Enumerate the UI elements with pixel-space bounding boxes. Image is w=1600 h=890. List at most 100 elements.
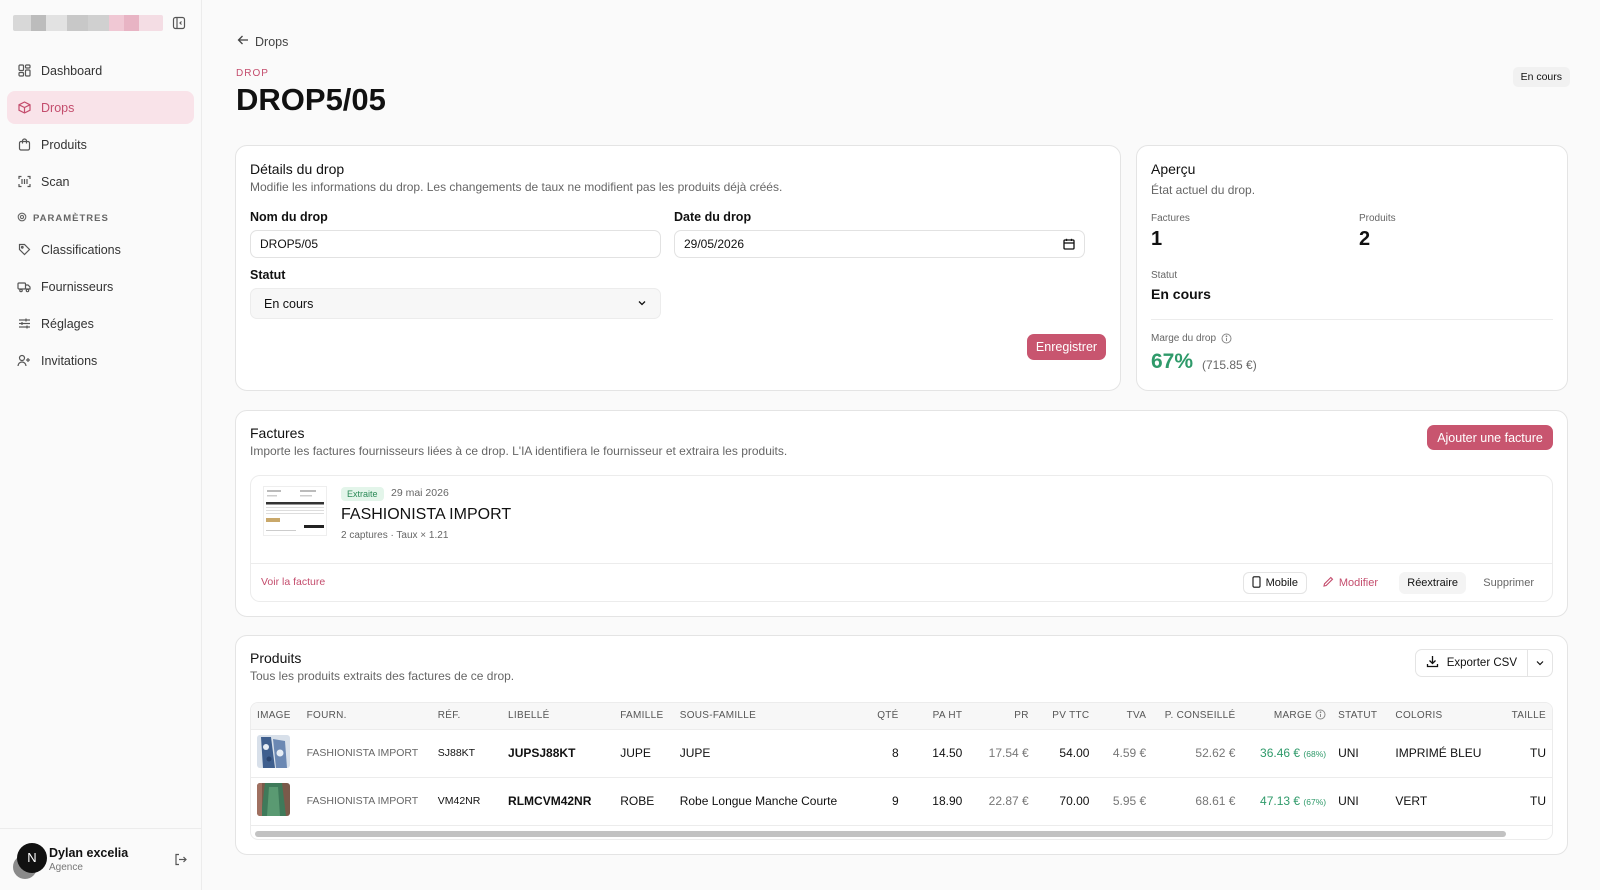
product-image[interactable] [257,735,290,768]
table-row[interactable]: FASHIONISTA IMPORT VM42NR RLMCVM42NR ROB… [251,777,1552,826]
statut-stat-value: En cours [1151,286,1211,302]
brand-logo[interactable] [13,15,163,31]
export-csv-main[interactable]: Exporter CSV [1416,650,1528,676]
drop-name-field[interactable]: DROP5/05 [250,230,661,258]
chevron-down-icon[interactable] [1528,658,1552,668]
invoice-supplier: FASHIONISTA IMPORT [341,506,512,523]
drop-name-label: Nom du drop [250,210,328,224]
user-role: Agence [49,862,83,873]
cell-famille: JUPE [614,729,674,778]
save-button[interactable]: Enregistrer [1027,334,1106,360]
factures-stat-label: Factures [1151,213,1190,224]
add-invoice-button[interactable]: Ajouter une facture [1427,425,1553,450]
settings-nav: Classifications Fournisseurs Réglages In… [0,233,201,377]
table-header-row: IMAGE FOURN. RÉF. LIBELLÉ FAMILLE SOUS-F… [251,703,1552,730]
marge-amount: (715.85 €) [1202,358,1257,372]
product-image[interactable] [257,783,290,816]
column-header[interactable]: RÉF. [431,703,503,730]
cell-fourn: FASHIONISTA IMPORT [300,729,432,778]
column-header[interactable]: TVA [1095,703,1153,730]
cell-pv-ttc: 70.00 [1034,777,1096,826]
user-plus-icon [17,354,31,368]
sidebar-item-dashboard[interactable]: Dashboard [7,54,194,87]
info-icon[interactable] [1315,709,1326,723]
sidebar-toggle-icon[interactable] [170,14,188,32]
calendar-icon[interactable] [1063,238,1075,250]
user-menu[interactable]: N Dylan excelia Agence [0,828,202,890]
sidebar-item-invitations[interactable]: Invitations [7,344,194,377]
cell-libelle: JUPSJ88KT [502,729,615,778]
edit-button[interactable]: Modifier [1315,572,1386,594]
back-link[interactable]: Drops [237,34,288,49]
sidebar-item-reglages[interactable]: Réglages [7,307,194,340]
column-header[interactable]: LIBELLÉ [502,703,615,730]
sidebar-item-produits[interactable]: Produits [7,128,194,161]
sidebar-item-classifications[interactable]: Classifications [7,233,194,266]
pencil-icon [1323,576,1334,590]
invoice-thumbnail[interactable] [263,486,327,536]
marge-percent: 67% [1151,350,1194,373]
cell-taille: TU [1505,729,1552,778]
smartphone-icon [1252,575,1261,591]
invoice-date: 29 mai 2026 [391,487,449,499]
column-header[interactable]: PR [968,703,1035,730]
delete-button[interactable]: Supprimer [1475,572,1542,594]
invoices-card: Factures Importe les factures fournisseu… [235,410,1568,617]
reextract-button[interactable]: Réextraire [1399,572,1466,594]
card-description: Tous les produits extraits des factures … [250,669,515,683]
column-header[interactable]: P. CONSEILLÉ [1152,703,1242,730]
column-header[interactable]: TAILLE [1505,703,1552,730]
cell-pa-ht: 14.50 [904,729,969,778]
column-header[interactable]: QTÉ [870,703,905,730]
page-kicker: DROP [236,68,269,79]
main-content: Drops DROP DROP5/05 En cours Détails du … [202,0,1600,890]
status-select[interactable]: En cours [250,288,661,319]
horizontal-scrollbar[interactable] [255,831,1506,837]
divider [1151,319,1553,320]
user-info: Dylan excelia Agence [49,846,128,873]
column-header[interactable]: COLORIS [1389,703,1506,730]
logout-icon[interactable] [171,851,189,869]
mobile-button[interactable]: Mobile [1242,572,1307,594]
cell-taille: TU [1505,777,1552,826]
sidebar-item-label: Produits [41,137,87,152]
product-image-cell [251,729,301,778]
products-table: IMAGE FOURN. RÉF. LIBELLÉ FAMILLE SOUS-F… [250,702,1553,840]
column-header[interactable]: MARGE [1241,703,1333,730]
column-header[interactable]: IMAGE [251,703,301,730]
sidebar-item-label: Invitations [41,353,98,368]
product-image-cell [251,777,301,826]
export-csv-button[interactable]: Exporter CSV [1414,649,1553,677]
sidebar-item-drops[interactable]: Drops [7,91,194,124]
column-header[interactable]: PA HT [904,703,969,730]
produits-stat-value: 2 [1359,228,1371,250]
info-icon[interactable] [1221,333,1232,344]
drop-details-card: Détails du drop Modifie les informations… [235,145,1121,391]
sidebar-item-scan[interactable]: Scan [7,165,194,198]
column-header[interactable]: PV TTC [1034,703,1096,730]
sidebar-item-fournisseurs[interactable]: Fournisseurs [7,270,194,303]
cell-tva: 4.59 € [1095,729,1153,778]
cell-p-conseille: 52.62 € [1152,729,1242,778]
extracted-badge: Extraite [341,487,384,501]
cell-fourn: FASHIONISTA IMPORT [300,777,432,826]
cell-qte: 8 [870,729,905,778]
cell-ref: VM42NR [431,777,503,826]
column-header[interactable]: STATUT [1332,703,1390,730]
factures-stat-value: 1 [1151,228,1163,250]
table-row[interactable]: FASHIONISTA IMPORT SJ88KT JUPSJ88KT JUPE… [251,729,1552,778]
card-title: Détails du drop [250,161,345,177]
drop-date-field[interactable]: 29/05/2026 [674,230,1085,258]
column-header[interactable]: FAMILLE [614,703,674,730]
cell-famille: ROBE [614,777,674,826]
arrow-left-icon [237,34,249,49]
cell-marge: 36.46 € (68%) [1241,729,1333,778]
cell-coloris: IMPRIMÉ BLEU [1389,729,1506,778]
cell-pa-ht: 18.90 [904,777,969,826]
drop-date-label: Date du drop [674,210,752,224]
column-header[interactable]: FOURN. [300,703,432,730]
view-invoice-link[interactable]: Voir la facture [261,576,325,588]
status-badge: En cours [1512,67,1570,87]
column-header[interactable]: SOUS-FAMILLE [673,703,871,730]
sidebar-item-label: Classifications [41,242,121,257]
